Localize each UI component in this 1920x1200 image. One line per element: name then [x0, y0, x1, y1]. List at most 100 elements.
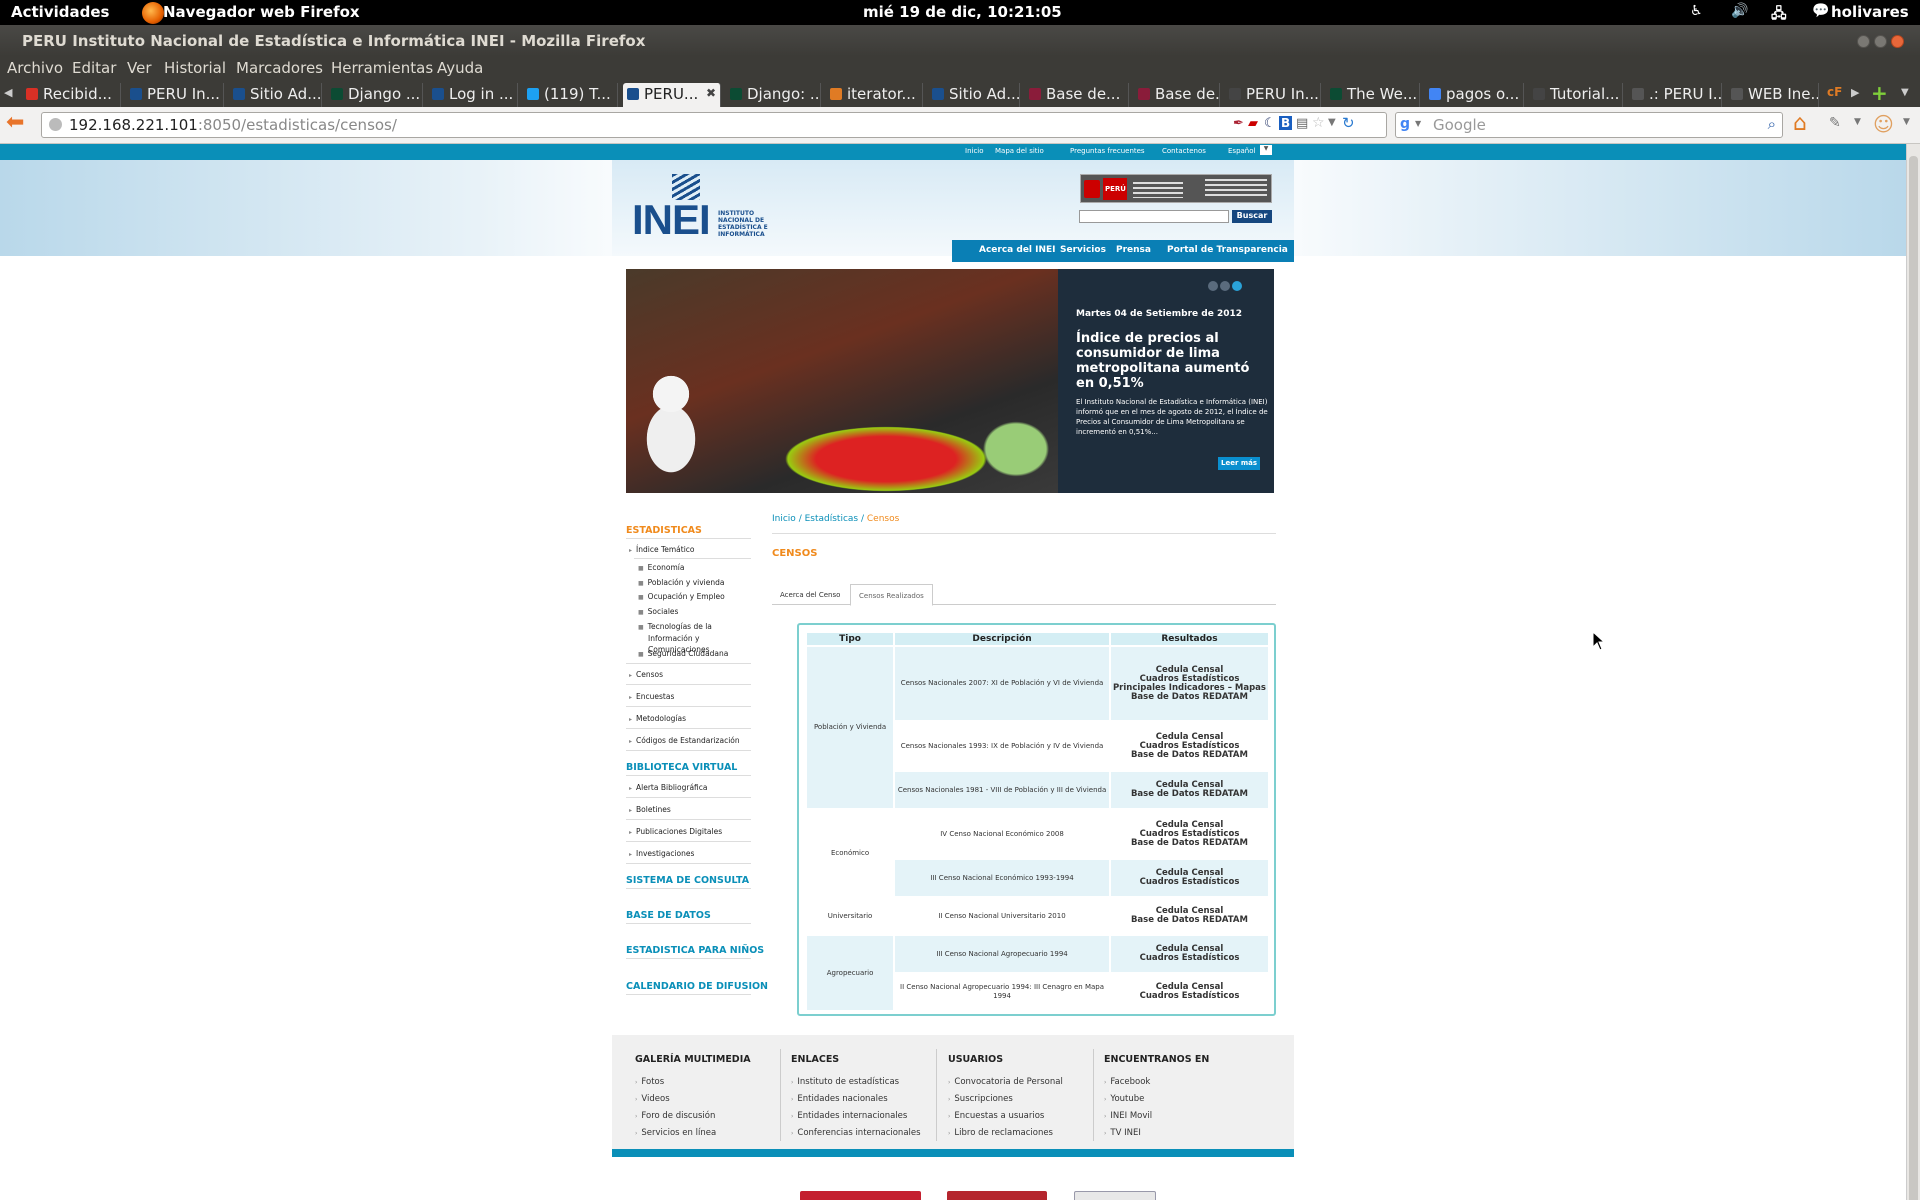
- browser-tab[interactable]: The We...: [1326, 83, 1420, 107]
- browser-tab[interactable]: Recibid...: [22, 83, 121, 107]
- sidebar-heading-estadisticas[interactable]: ESTADISTICAS: [626, 525, 702, 536]
- page-scrollbar[interactable]: [1906, 144, 1920, 1200]
- sidebar-heading-ninos[interactable]: ESTADISTICA PARA NIÑOS: [626, 945, 764, 956]
- sidebar-sub-seguridad[interactable]: ■ Seguridad Ciudadana: [638, 649, 728, 658]
- tab-censos-realizados[interactable]: Censos Realizados: [850, 584, 933, 606]
- result-link[interactable]: Cuadros Estadísticos: [1113, 878, 1266, 887]
- browser-tab[interactable]: Base de...: [1134, 83, 1220, 107]
- breadcrumb-home[interactable]: Inicio: [772, 514, 796, 524]
- new-tab-icon[interactable]: +: [1871, 81, 1888, 105]
- sidebar-item-alerta[interactable]: ▸ Alerta Bibliográfica: [629, 783, 707, 792]
- site-search-input[interactable]: [1079, 210, 1229, 223]
- browser-tab[interactable]: Django ...: [327, 83, 423, 107]
- chat-icon[interactable]: 💬: [1812, 3, 1829, 19]
- addon-icon[interactable]: ☾: [1264, 116, 1276, 131]
- sidebar-item-censos[interactable]: ▸ Censos: [629, 670, 663, 679]
- menu-herramientas[interactable]: Herramientas: [331, 59, 433, 77]
- browser-tab[interactable]: .: PERU I...: [1628, 83, 1722, 107]
- sidebar-item-codigos[interactable]: ▸ Códigos de Estandarización: [629, 736, 740, 745]
- result-link[interactable]: Cuadros Estadísticos: [1113, 954, 1266, 963]
- footer-link[interactable]: › Entidades nacionales: [791, 1094, 888, 1104]
- nav-transparencia[interactable]: Portal de Transparencia: [1167, 245, 1288, 255]
- toplink-inicio[interactable]: Inicio: [965, 147, 984, 155]
- footer-link[interactable]: › Encuestas a usuarios: [948, 1111, 1044, 1121]
- hero-title[interactable]: Índice de precios al consumidor de lima …: [1076, 331, 1266, 391]
- menu-historial[interactable]: Historial: [164, 59, 226, 77]
- addon-icon[interactable]: ▰: [1248, 116, 1258, 131]
- app-menu[interactable]: Navegador web Firefox: [163, 3, 360, 21]
- browser-tab[interactable]: iterator...: [826, 83, 923, 107]
- addon-icon[interactable]: B: [1279, 116, 1293, 130]
- nav-prensa[interactable]: Prensa: [1116, 245, 1151, 255]
- sidebar-sub-sociales[interactable]: ■ Sociales: [638, 607, 678, 616]
- volume-icon[interactable]: 🔊: [1731, 3, 1748, 19]
- all-tabs-icon[interactable]: ▼: [1901, 87, 1909, 98]
- tab-acerca-censo[interactable]: Acerca del Censo: [772, 584, 848, 606]
- search-bar[interactable]: g ▼ Google ⌕: [1395, 112, 1783, 138]
- back-icon[interactable]: ⬅: [6, 112, 24, 134]
- result-link[interactable]: Cuadros Estadísticos: [1113, 992, 1266, 1001]
- nav-servicios[interactable]: Servicios: [1060, 245, 1106, 255]
- site-search-button[interactable]: Buscar: [1232, 210, 1272, 223]
- sidebar-item-encuestas[interactable]: ▸ Encuestas: [629, 692, 674, 701]
- sidebar-heading-calendario[interactable]: CALENDARIO DE DIFUSION: [626, 981, 768, 992]
- footer-link[interactable]: › Instituto de estadísticas: [791, 1077, 899, 1087]
- bookmark-star-icon[interactable]: ☆: [1312, 115, 1325, 131]
- menu-ayuda[interactable]: Ayuda: [437, 59, 483, 77]
- minimize-button[interactable]: [1857, 35, 1870, 48]
- scrollbar-thumb[interactable]: [1909, 156, 1918, 1200]
- footer-link[interactable]: › Youtube: [1104, 1094, 1144, 1104]
- home-icon[interactable]: ⌂: [1793, 111, 1807, 136]
- portal-servicios-logo[interactable]: [947, 1191, 1047, 1200]
- menu-marcadores[interactable]: Marcadores: [236, 59, 323, 77]
- footer-link[interactable]: › Convocatoria de Personal: [948, 1077, 1063, 1087]
- result-link[interactable]: Base de Datos REDATAM: [1113, 838, 1266, 848]
- url-dropdown-icon[interactable]: ▼: [1328, 117, 1336, 128]
- footer-link[interactable]: › INEI Movil: [1104, 1111, 1152, 1121]
- site-identity-icon[interactable]: [49, 118, 62, 131]
- hero-image[interactable]: [626, 269, 1058, 493]
- footer-link[interactable]: › Libro de reclamaciones: [948, 1128, 1053, 1138]
- footer-link[interactable]: › Servicios en línea: [635, 1128, 716, 1138]
- breadcrumb-estadisticas[interactable]: Estadísticas: [805, 514, 859, 524]
- footer-link[interactable]: › Facebook: [1104, 1077, 1150, 1087]
- browser-tab[interactable]: PERU... ✖: [623, 83, 721, 107]
- sidebar-heading-sistema[interactable]: SISTEMA DE CONSULTA: [626, 875, 749, 886]
- language-dropdown-icon[interactable]: ▼: [1260, 145, 1272, 155]
- footer-link[interactable]: › TV INEI: [1104, 1128, 1141, 1138]
- url-bar[interactable]: 192.168.221.101:8050/estadisticas/censos…: [41, 112, 1387, 138]
- toplink-faq[interactable]: Preguntas frecuentes: [1070, 147, 1145, 155]
- dropdown-icon[interactable]: ▼: [1903, 117, 1910, 127]
- google-icon[interactable]: g: [1400, 116, 1410, 132]
- close-window-button[interactable]: [1891, 35, 1904, 48]
- browser-tab[interactable]: Django: ...: [726, 83, 821, 107]
- sidebar-item-publicaciones[interactable]: ▸ Publicaciones Digitales: [629, 827, 722, 836]
- footer-link[interactable]: › Fotos: [635, 1077, 664, 1087]
- peru-gov-badge[interactable]: PERÚ: [1080, 174, 1272, 203]
- maximize-button[interactable]: [1874, 35, 1887, 48]
- sidebar-heading-biblioteca[interactable]: BIBLIOTECA VIRTUAL: [626, 762, 737, 773]
- result-link[interactable]: Base de Datos REDATAM: [1113, 692, 1266, 702]
- footer-link[interactable]: › Conferencias internacionales: [791, 1128, 921, 1138]
- scroll-tabs-left-icon[interactable]: ◀: [4, 86, 12, 99]
- menu-editar[interactable]: Editar: [72, 59, 116, 77]
- sidebar-item-metodologias[interactable]: ▸ Metodologías: [629, 714, 686, 723]
- footer-link[interactable]: › Suscripciones: [948, 1094, 1013, 1104]
- browser-tab[interactable]: Sitio Ad...: [229, 83, 322, 107]
- sidebar-heading-base[interactable]: BASE DE DATOS: [626, 910, 711, 921]
- result-link[interactable]: Base de Datos REDATAM: [1113, 916, 1266, 925]
- clock[interactable]: mié 19 de dic, 10:21:05: [863, 3, 1062, 21]
- browser-tab[interactable]: PERU In...: [126, 83, 224, 107]
- portal-banner-logo[interactable]: [800, 1191, 921, 1200]
- persona-icon[interactable]: ☺: [1873, 112, 1894, 136]
- addon-icon[interactable]: ✒: [1233, 116, 1244, 131]
- sidebar-item-boletines[interactable]: ▸ Boletines: [629, 805, 671, 814]
- browser-tab[interactable]: pagos o...: [1425, 83, 1524, 107]
- footer-link[interactable]: › Foro de discusión: [635, 1111, 715, 1121]
- rss-icon[interactable]: ▤: [1296, 116, 1308, 131]
- user-menu[interactable]: holivares: [1831, 3, 1909, 21]
- browser-tab[interactable]: PERU In...: [1225, 83, 1321, 107]
- nav-acerca[interactable]: Acerca del INEI: [979, 245, 1056, 255]
- footer-link[interactable]: › Videos: [635, 1094, 670, 1104]
- sidebar-item-indice[interactable]: ▸ Índice Temático: [629, 545, 695, 554]
